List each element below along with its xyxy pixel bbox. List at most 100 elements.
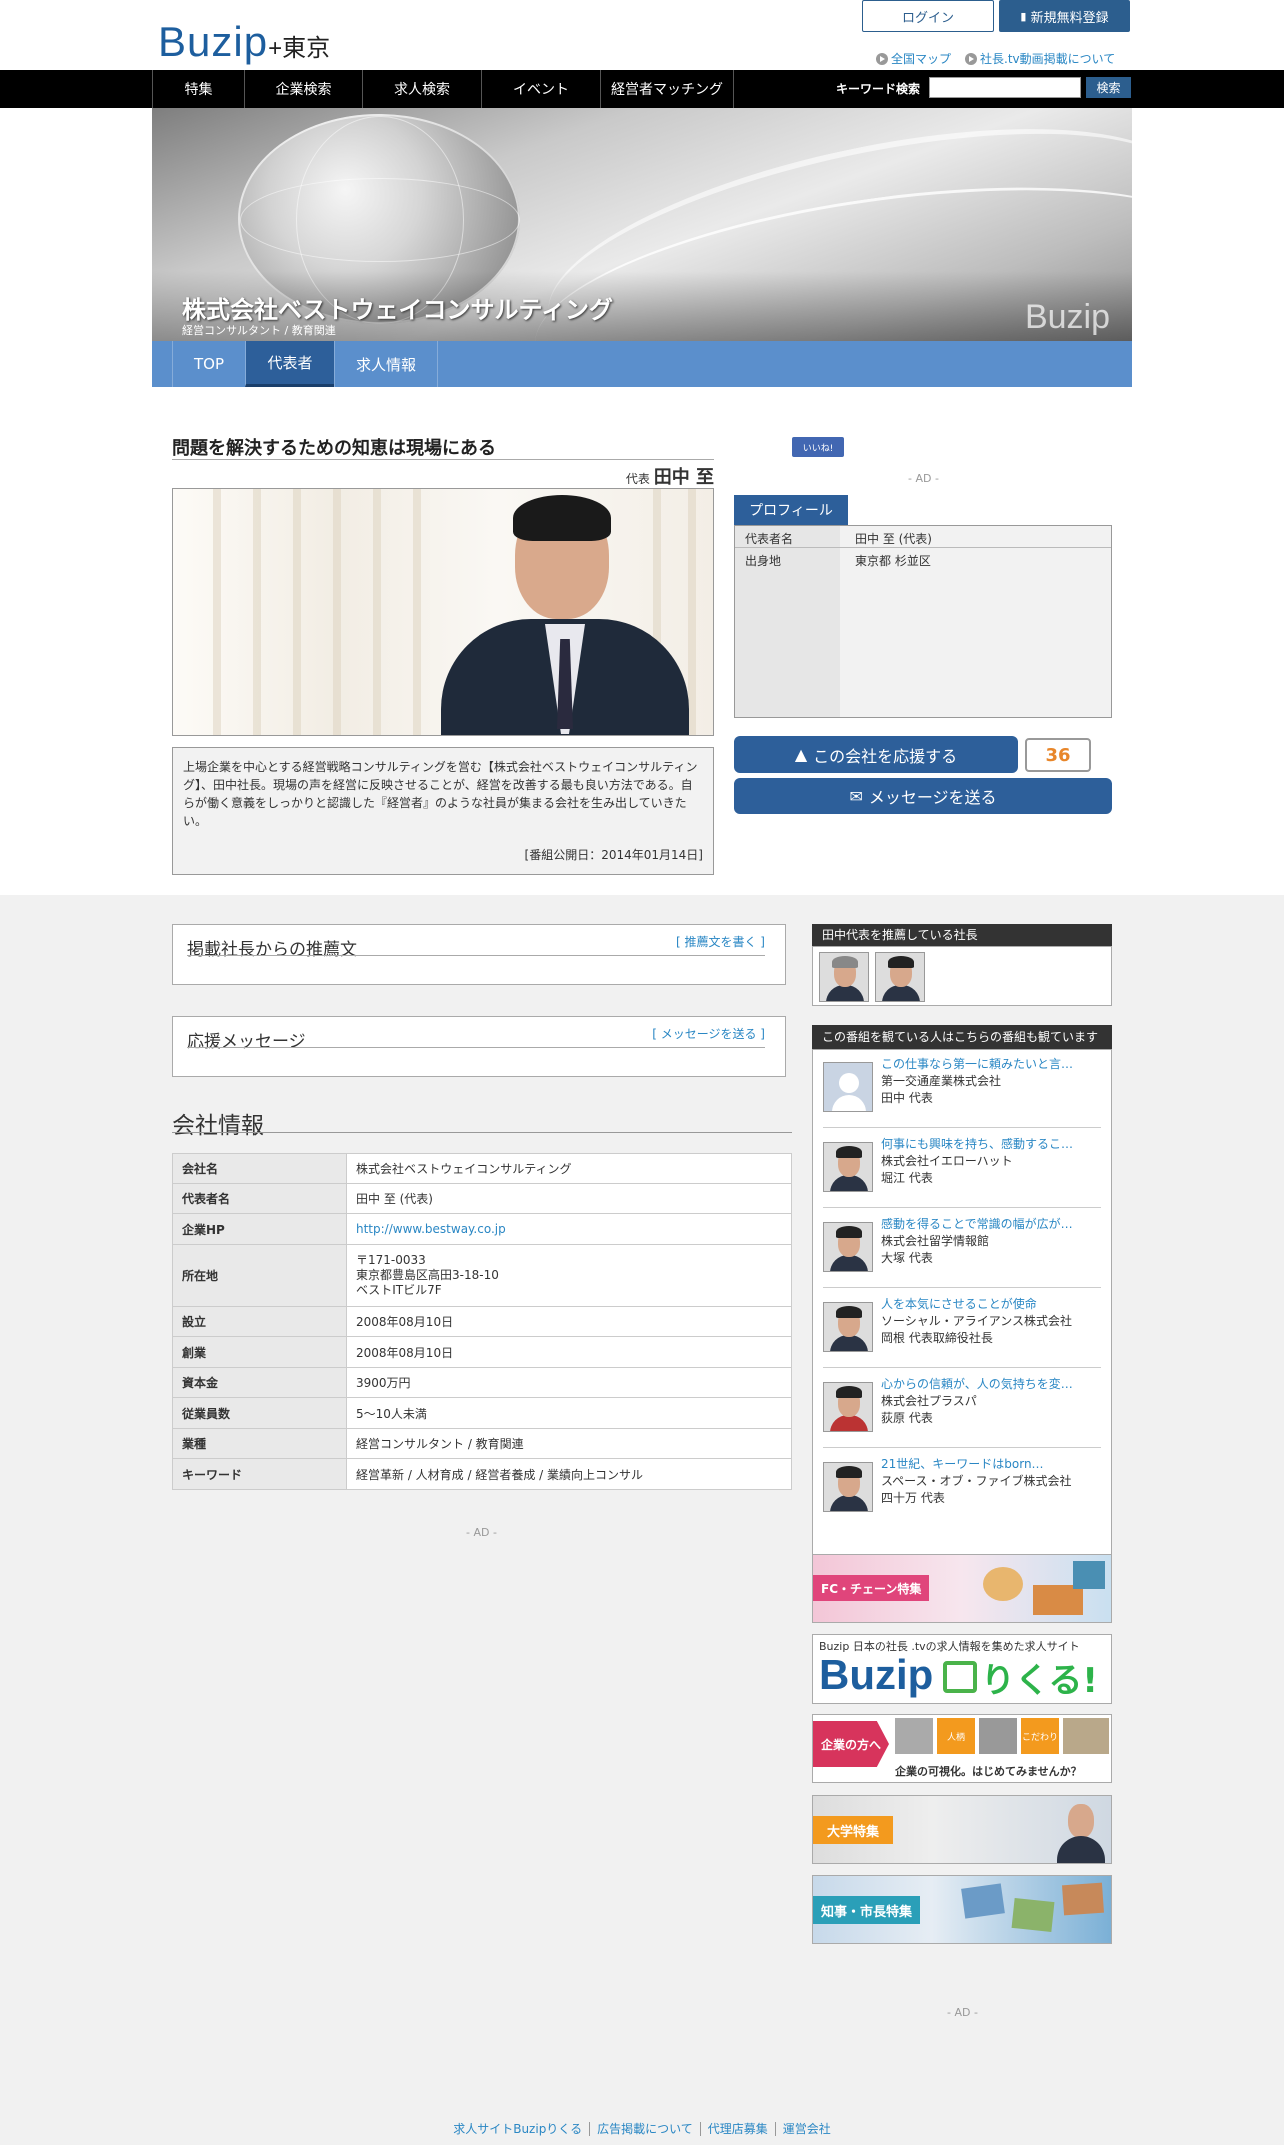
university-banner[interactable]: 大学特集 — [812, 1795, 1112, 1864]
support-company-button[interactable]: ▲ この会社を応援する — [734, 736, 1018, 773]
profile-box: 代表者名 田中 至 (代表) 出身地 東京都 杉並区 — [734, 525, 1112, 718]
info-value: 〒171-0033 東京都豊島区高田3-18-10 ベストITビル7F — [346, 1244, 792, 1307]
program-person: 荻原 代表 — [881, 1411, 933, 1425]
governor-banner-label: 知事・市長特集 — [813, 1896, 921, 1924]
program-person: 岡根 代表取締役社長 — [881, 1331, 993, 1345]
info-value: 2008年08月10日 — [346, 1306, 792, 1337]
info-key: 設立 — [172, 1306, 347, 1337]
info-value: 3900万円 — [346, 1367, 792, 1398]
search-button[interactable]: 検索 — [1086, 77, 1131, 98]
program-title-link[interactable]: この仕事なら第一に頼みたいと言… — [881, 1056, 1101, 1073]
arrow-circle-icon — [876, 52, 888, 65]
info-value: 田中 至 (代表) — [346, 1183, 792, 1214]
info-key: 業種 — [172, 1428, 347, 1459]
avatar — [823, 1222, 873, 1272]
list-item[interactable]: この仕事なら第一に頼みたいと言… 第一交通産業株式会社 田中 代表 — [823, 1056, 1101, 1128]
rikuru-word: りくる! — [981, 1661, 1098, 1701]
company-info-divider — [172, 1132, 792, 1133]
list-item[interactable]: 人を本気にさせることが使命 ソーシャル・アライアンス株式会社 岡根 代表取締役社長 — [823, 1296, 1101, 1368]
company-name-title: 株式会社ベストウェイコンサルティング — [182, 296, 614, 324]
list-item[interactable]: 21世紀、キーワードはborn… スペース・オブ・ファイブ株式会社 四十万 代表 — [823, 1456, 1101, 1528]
ad-label: - AD - — [947, 2006, 978, 2019]
program-company: 株式会社留学情報館 — [881, 1234, 990, 1248]
nav-company-search[interactable]: 企業検索 — [244, 70, 362, 108]
list-item[interactable]: 心からの信頼が、人の気持ちを変… 株式会社プラスパ 荻原 代表 — [823, 1376, 1101, 1448]
program-person: 大塚 代表 — [881, 1251, 933, 1265]
avatar — [823, 1062, 873, 1112]
nav-job-search[interactable]: 求人検索 — [362, 70, 481, 108]
governor-mayor-banner[interactable]: 知事・市長特集 — [812, 1875, 1112, 1944]
recommender-avatar[interactable] — [819, 952, 869, 1002]
company-category: 経営コンサルタント / 教育関連 — [182, 324, 336, 337]
nav-event[interactable]: イベント — [481, 70, 600, 108]
recommendation-box: 掲載社長からの推薦文 [ 推薦文を書く ] — [172, 924, 786, 985]
info-key: 従業員数 — [172, 1397, 347, 1429]
program-company: 第一交通産業株式会社 — [881, 1074, 1002, 1088]
program-title-link[interactable]: 心からの信頼が、人の気持ちを変… — [881, 1376, 1101, 1393]
tv-info-link[interactable]: 社長.tv動画掲載について — [965, 50, 1115, 67]
company-website-link[interactable]: http://www.bestway.co.jp — [356, 1222, 506, 1236]
footer-link-ads[interactable]: 広告掲載について — [589, 2122, 700, 2136]
user-icon: ▮ — [1020, 9, 1027, 23]
table-row: 創業 2008年08月10日 — [172, 1336, 792, 1368]
ad-label: - AD - — [466, 1526, 497, 1539]
table-row: 業種 経営コンサルタント / 教育関連 — [172, 1428, 792, 1459]
tab-jobs[interactable]: 求人情報 — [334, 341, 438, 387]
keyword-search-label: キーワード検索 — [836, 82, 921, 96]
ad-label: - AD - — [908, 472, 939, 485]
corporate-banner[interactable]: 企業の方へ 人柄 こだわり 企業の可視化。はじめてみませんか？ — [812, 1714, 1112, 1783]
global-nav: 特集 企業検索 求人検索 イベント 経営者マッチング — [152, 70, 734, 108]
thumbs-up-icon: ▲ — [794, 745, 808, 764]
recommender-avatar[interactable] — [875, 952, 925, 1002]
keyword-search-input[interactable] — [929, 77, 1081, 98]
list-item[interactable]: 感動を得ることで常識の幅が広が… 株式会社留学情報館 大塚 代表 — [823, 1216, 1101, 1288]
tab-top[interactable]: TOP — [172, 341, 245, 387]
fc-banner-label: FC・チェーン特集 — [813, 1575, 930, 1601]
person-hair — [513, 495, 611, 541]
representative-name: 代表 田中 至 — [560, 463, 714, 489]
info-value: 経営革新 / 人材育成 / 経営者養成 / 業績向上コンサル — [346, 1458, 792, 1490]
login-button[interactable]: ログイン — [862, 0, 994, 32]
register-label: 新規無料登録 — [1030, 10, 1109, 26]
site-logo[interactable]: Buzip+東京 — [158, 18, 330, 66]
list-item[interactable]: 何事にも興味を持ち、感動するこ… 株式会社イエローハット 堀江 代表 — [823, 1136, 1101, 1208]
avatar — [823, 1382, 873, 1432]
info-key: 所在地 — [172, 1244, 347, 1307]
info-value: 株式会社ベストウェイコンサルティング — [346, 1153, 792, 1184]
footer-link-rikuru[interactable]: 求人サイトBuzipりくる — [446, 2122, 589, 2136]
nav-feature[interactable]: 特集 — [152, 70, 244, 108]
table-row: 設立 2008年08月10日 — [172, 1306, 792, 1337]
program-title-link[interactable]: 何事にも興味を持ち、感動するこ… — [881, 1136, 1101, 1153]
fc-chain-banner[interactable]: FC・チェーン特集 — [812, 1554, 1112, 1623]
map-link[interactable]: 全国マップ — [876, 50, 951, 67]
mail-icon: ✉ — [849, 786, 863, 806]
table-row: 会社名 株式会社ベストウェイコンサルティング — [172, 1153, 792, 1184]
recommenders-title: 田中代表を推薦している社長 — [812, 924, 1112, 946]
avatar — [823, 1462, 873, 1512]
corporate-banner-label: 企業の方へ — [813, 1721, 889, 1767]
write-recommendation-link[interactable]: [ 推薦文を書く ] — [676, 933, 765, 950]
footer-link-agency[interactable]: 代理店募集 — [699, 2122, 775, 2136]
info-value: 5〜10人未満 — [346, 1397, 792, 1429]
program-title-link[interactable]: 21世紀、キーワードはborn… — [881, 1456, 1101, 1473]
facebook-like-button[interactable]: いいね! — [792, 437, 844, 457]
register-button[interactable]: ▮ 新規無料登録 — [999, 0, 1130, 32]
university-banner-label: 大学特集 — [813, 1816, 894, 1844]
info-value: 経営コンサルタント / 教育関連 — [346, 1428, 792, 1459]
table-row: 企業HP http://www.bestway.co.jp — [172, 1213, 792, 1245]
hero-watermark: Buzip — [1024, 298, 1110, 336]
recommendation-title: 掲載社長からの推薦文 — [187, 940, 357, 960]
program-title-link[interactable]: 人を本気にさせることが使命 — [881, 1296, 1101, 1313]
program-person: 四十万 代表 — [881, 1491, 945, 1505]
buzip-rikuru-banner[interactable]: Buzip 日本の社長 .tvの求人情報を集めた求人サイト Buzip りくる! — [812, 1634, 1112, 1704]
program-company: 株式会社プラスパ — [881, 1394, 977, 1408]
nav-matching[interactable]: 経営者マッチング — [600, 70, 734, 108]
footer-link-company[interactable]: 運営会社 — [774, 2122, 838, 2136]
tab-representative[interactable]: 代表者 — [245, 341, 334, 387]
program-title-link[interactable]: 感動を得ることで常識の幅が広が… — [881, 1216, 1101, 1233]
representative-video-thumbnail[interactable] — [172, 488, 714, 736]
program-company: スペース・オブ・ファイブ株式会社 — [881, 1474, 1072, 1488]
related-programs-title: この番組を観ている人はこちらの番組も観ています — [812, 1025, 1112, 1049]
send-cheer-link[interactable]: [ メッセージを送る ] — [652, 1025, 765, 1042]
send-message-button[interactable]: ✉ メッセージを送る — [734, 778, 1112, 814]
